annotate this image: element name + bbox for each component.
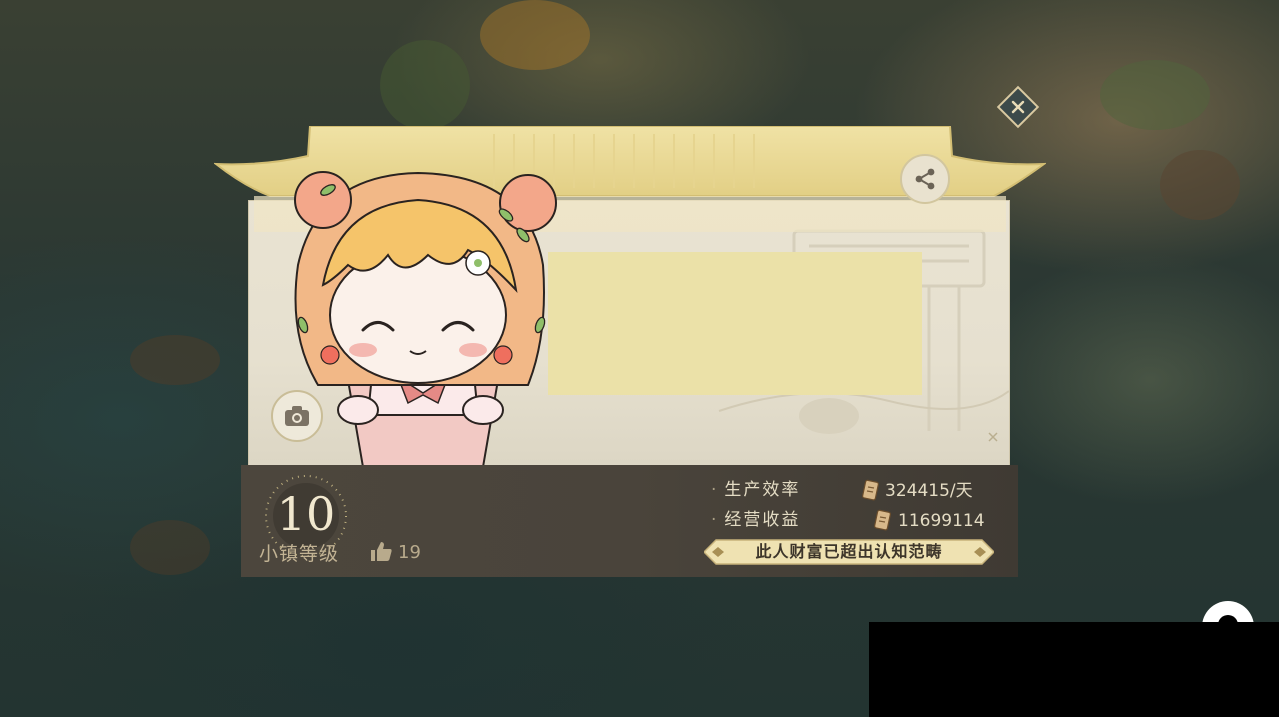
town-level-value: 10: [276, 487, 336, 541]
thumbs-up-icon[interactable]: [369, 539, 393, 563]
scroll-currency-icon: [862, 479, 879, 501]
banner-placeholder: [548, 252, 922, 395]
share-icon: [915, 168, 935, 190]
business-income-value: 11699114: [898, 511, 985, 531]
wealth-status-text: 此人财富已超出认知范畴: [755, 542, 943, 561]
camera-button[interactable]: [271, 390, 323, 442]
town-level-label: 小镇等级: [259, 543, 340, 565]
share-button[interactable]: [900, 154, 950, 204]
background-tree: [380, 40, 470, 130]
redacted-region: [869, 622, 1279, 717]
close-x-icon: [1011, 100, 1025, 114]
production-efficiency-label: 生产效率: [711, 477, 800, 503]
likes-count: 19: [398, 542, 421, 563]
background-boat: [130, 335, 220, 385]
scroll-currency-icon: [874, 509, 891, 531]
background-boat: [130, 520, 210, 575]
background-tree: [480, 0, 590, 70]
background-tree: [1100, 60, 1210, 130]
production-efficiency-value: 324415/天: [885, 481, 973, 501]
camera-icon: [285, 406, 309, 426]
business-income-label: 经营收益: [711, 507, 800, 533]
background-house: [1160, 150, 1240, 220]
